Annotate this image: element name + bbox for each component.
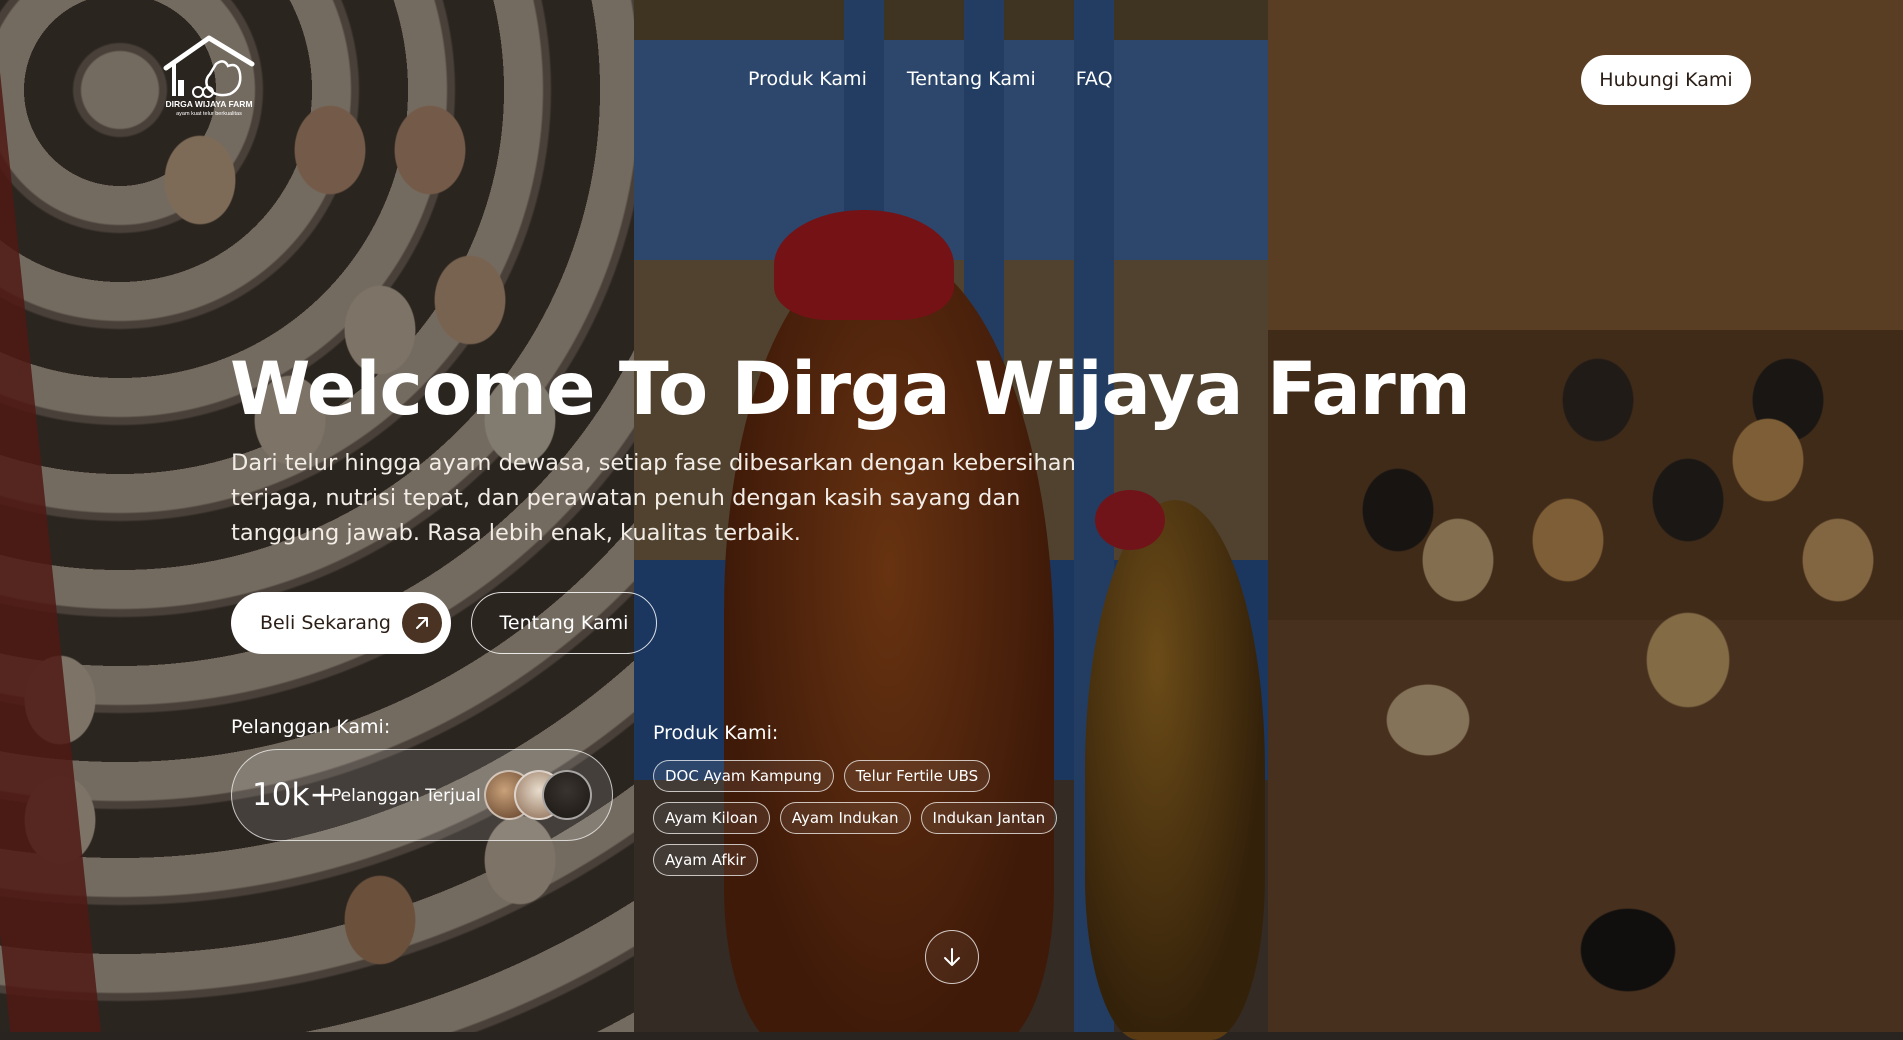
products-label: Produk Kami: bbox=[653, 722, 779, 744]
nav-produk-kami[interactable]: Produk Kami bbox=[748, 64, 867, 94]
customers-count: 10k+ bbox=[252, 777, 336, 813]
main-nav: Produk Kami Tentang Kami FAQ bbox=[748, 64, 1113, 94]
beli-sekarang-button[interactable]: Beli Sekarang bbox=[231, 592, 451, 654]
customers-label: Pelanggan Kami: bbox=[231, 716, 391, 738]
tentang-kami-button[interactable]: Tentang Kami bbox=[471, 592, 657, 654]
product-chip[interactable]: Telur Fertile UBS bbox=[843, 760, 991, 792]
site-logo[interactable]: DIRGA WIJAYA FARM ayam kuat telur berkua… bbox=[158, 34, 260, 118]
hero-description: Dari telur hingga ayam dewasa, setiap fa… bbox=[231, 450, 1076, 546]
product-chips: DOC Ayam Kampung Telur Fertile UBS Ayam … bbox=[653, 760, 1093, 876]
nav-faq[interactable]: FAQ bbox=[1076, 64, 1113, 94]
arrow-down-icon bbox=[944, 948, 960, 966]
customers-card: 10k+ Pelanggan Terjual bbox=[231, 749, 613, 841]
product-chip[interactable]: Ayam Kiloan bbox=[653, 802, 770, 834]
logo-name: DIRGA WIJAYA FARM bbox=[165, 99, 252, 109]
hubungi-kami-button[interactable]: Hubungi Kami bbox=[1581, 55, 1751, 105]
farm-house-rooster-icon: DIRGA WIJAYA FARM ayam kuat telur berkua… bbox=[163, 35, 255, 117]
product-chip[interactable]: Ayam Afkir bbox=[653, 844, 758, 876]
customer-avatars bbox=[484, 770, 594, 822]
beli-sekarang-label: Beli Sekarang bbox=[260, 612, 391, 634]
logo-tagline: ayam kuat telur berkualitas bbox=[176, 111, 242, 117]
product-chip[interactable]: Ayam Indukan bbox=[779, 802, 911, 834]
arrow-up-right-icon bbox=[402, 603, 442, 643]
hero-title: Welcome To Dirga Wijaya Farm bbox=[230, 347, 1471, 432]
scroll-down-button[interactable] bbox=[925, 930, 979, 984]
product-chip[interactable]: Indukan Jantan bbox=[920, 802, 1058, 834]
product-chip[interactable]: DOC Ayam Kampung bbox=[653, 760, 834, 792]
nav-tentang-kami[interactable]: Tentang Kami bbox=[907, 64, 1036, 94]
avatar bbox=[542, 770, 592, 820]
customers-count-label: Pelanggan Terjual bbox=[331, 786, 481, 806]
